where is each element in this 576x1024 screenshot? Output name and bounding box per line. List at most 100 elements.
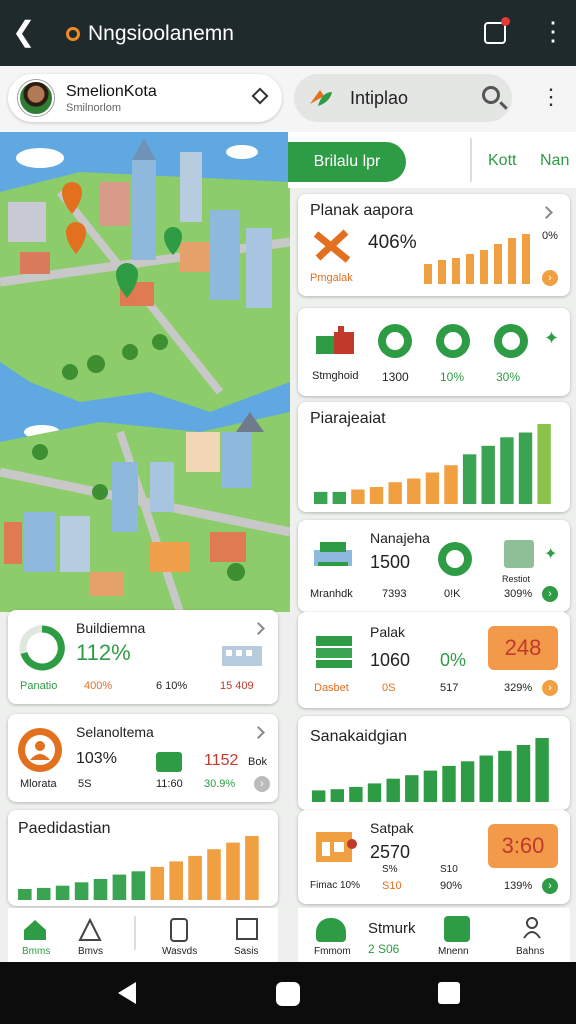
nav-label-2[interactable]: Mnenn (438, 946, 469, 957)
system-recents-icon[interactable] (438, 982, 460, 1004)
person-circle-icon (18, 728, 62, 772)
chart-bar (93, 879, 108, 900)
card-stat-2: 90% (440, 880, 463, 892)
system-home-icon[interactable] (276, 982, 300, 1006)
card-value: 103% (76, 750, 117, 767)
card-pct: 309% (504, 588, 533, 600)
chart-bar (367, 783, 382, 802)
nav-label-4[interactable]: Sasis (234, 946, 258, 957)
chart-bar (226, 842, 240, 900)
card-value: 406% (368, 232, 417, 253)
status-badge: › (542, 586, 558, 602)
card-value: 1500 (370, 552, 411, 572)
share-icon[interactable] (484, 17, 510, 44)
chart-bar (466, 254, 474, 284)
trend-icon (438, 542, 472, 576)
right-bottom-nav: Fmmom Stmurk 2 S06 Mnenn Bahns (298, 908, 570, 962)
card-side-label: Restiot (502, 574, 531, 584)
chart-bar (444, 465, 458, 504)
tab-nan[interactable]: Nan (540, 152, 569, 170)
card-sanakaidgian-chart[interactable]: Sanakaidgian (298, 716, 570, 810)
app-bar: ❮ Nngsioolanemn ⋮ (0, 0, 576, 66)
card-pct: 30.9% (204, 778, 236, 790)
chart-bar (18, 889, 32, 900)
chart-bar (462, 454, 477, 504)
tools-icon (312, 228, 352, 264)
card-stat-1: 11:60 (156, 778, 183, 790)
tab-primary[interactable]: Brilalu lpr (288, 142, 406, 182)
chart-bar (498, 750, 512, 802)
card-label: Mlorata (20, 778, 57, 790)
nav-label-1[interactable]: Fmmom (314, 946, 351, 957)
left-bottom-nav: Bmms Bmvs Wasvds Sasis (8, 908, 278, 962)
chart-bar (500, 437, 514, 504)
card-sub: 5S (78, 778, 92, 790)
back-arrow-icon[interactable]: ❮ (12, 18, 35, 46)
chart-bar (314, 491, 328, 504)
chart-bar (405, 775, 419, 802)
card-label: Panatio (20, 680, 58, 692)
box-icon[interactable] (236, 918, 258, 940)
elephant-icon[interactable] (316, 918, 346, 942)
target-icon (378, 324, 412, 358)
status-badge: › (254, 776, 270, 792)
card-stat-1: 0S (382, 682, 396, 694)
card-label: Mranhdk (310, 588, 353, 600)
location-diamond-icon[interactable] (251, 87, 269, 105)
card-stat-1: 400% (84, 680, 113, 692)
tent-icon[interactable] (78, 917, 102, 942)
card-piarajeaiat-chart[interactable]: Piarajeaiat (298, 402, 570, 512)
chevron-right-icon[interactable] (252, 726, 265, 739)
search-text: Intiplao (350, 88, 409, 108)
user-profile-pill[interactable]: SmelionKota Smilnorlom (8, 74, 282, 122)
sparkle-icon: ✦ (544, 546, 558, 563)
chart-bar (522, 234, 530, 284)
chart-bar (245, 836, 259, 900)
nav-label-2[interactable]: Bmvs (78, 946, 103, 957)
list-icon[interactable] (444, 916, 470, 942)
tab-kott[interactable]: Kott (488, 152, 516, 170)
status-badge: › (542, 680, 558, 696)
card-label: Dasbet (314, 682, 349, 694)
card-sub-2: S10 (440, 864, 458, 875)
header-more-icon[interactable]: ⋮ (540, 84, 562, 110)
nav-label-3[interactable]: Bahns (516, 946, 544, 957)
home-icon[interactable] (22, 918, 48, 942)
card-paedidastian-chart[interactable]: Paedidastian (8, 810, 278, 906)
user-subtitle: Smilnorlom (66, 102, 122, 114)
user-name: SmelionKota (66, 83, 157, 100)
nav-label-3[interactable]: Wasvds (162, 946, 197, 957)
chart-bar (388, 482, 402, 504)
nav-label-home[interactable]: Bmms (22, 946, 50, 957)
card-stats-icons[interactable]: ✦ Stmghoid 1300 10% 30% (298, 308, 570, 396)
city-map[interactable] (0, 132, 290, 612)
chevron-right-icon[interactable] (540, 206, 553, 219)
printer-icon (312, 538, 354, 570)
card-value: 1060 (370, 650, 411, 670)
chevron-right-icon[interactable] (252, 622, 265, 635)
chart-tile-icon (156, 752, 182, 772)
card-nanajeha[interactable]: Nanajeha 1500 ✦ Mranhdk 7393 0!K Restiot… (298, 520, 570, 612)
avatar (18, 80, 54, 116)
chart-bar (369, 487, 384, 504)
person-icon[interactable] (522, 916, 542, 940)
chart-bar (508, 238, 516, 284)
system-back-icon[interactable] (118, 982, 136, 1004)
card-buildiemna[interactable]: Buildiemna 112% Panatio 400% 6 10% 15 40… (8, 610, 278, 704)
stat-label: Stmghoid (312, 370, 359, 382)
chart-bar (351, 489, 365, 504)
card-selanoltema[interactable]: Selanoltema 103% 1152 Bok Mlorata 5S 11:… (8, 714, 278, 802)
chart-bar (74, 882, 89, 900)
phone-icon[interactable] (170, 918, 188, 942)
card-palak[interactable]: Palak 1060 0% 248 Dasbet 0S 517 329% › (298, 612, 570, 708)
card-planak[interactable]: Planak aapora 406% Pmgalak 0% › (298, 194, 570, 296)
heart-icon (436, 324, 470, 358)
bar-chart (18, 836, 259, 900)
search-icon[interactable] (482, 86, 500, 104)
more-menu-icon[interactable]: ⋮ (540, 18, 566, 44)
chart-bar (407, 478, 421, 504)
basket-icon (314, 322, 356, 358)
leaf-badge-icon (494, 324, 528, 358)
search-bar[interactable]: Intiplao (294, 74, 512, 122)
card-satpak[interactable]: Satpak 2570 S% S10 3:60 Fimac 10% S10 90… (298, 810, 570, 904)
